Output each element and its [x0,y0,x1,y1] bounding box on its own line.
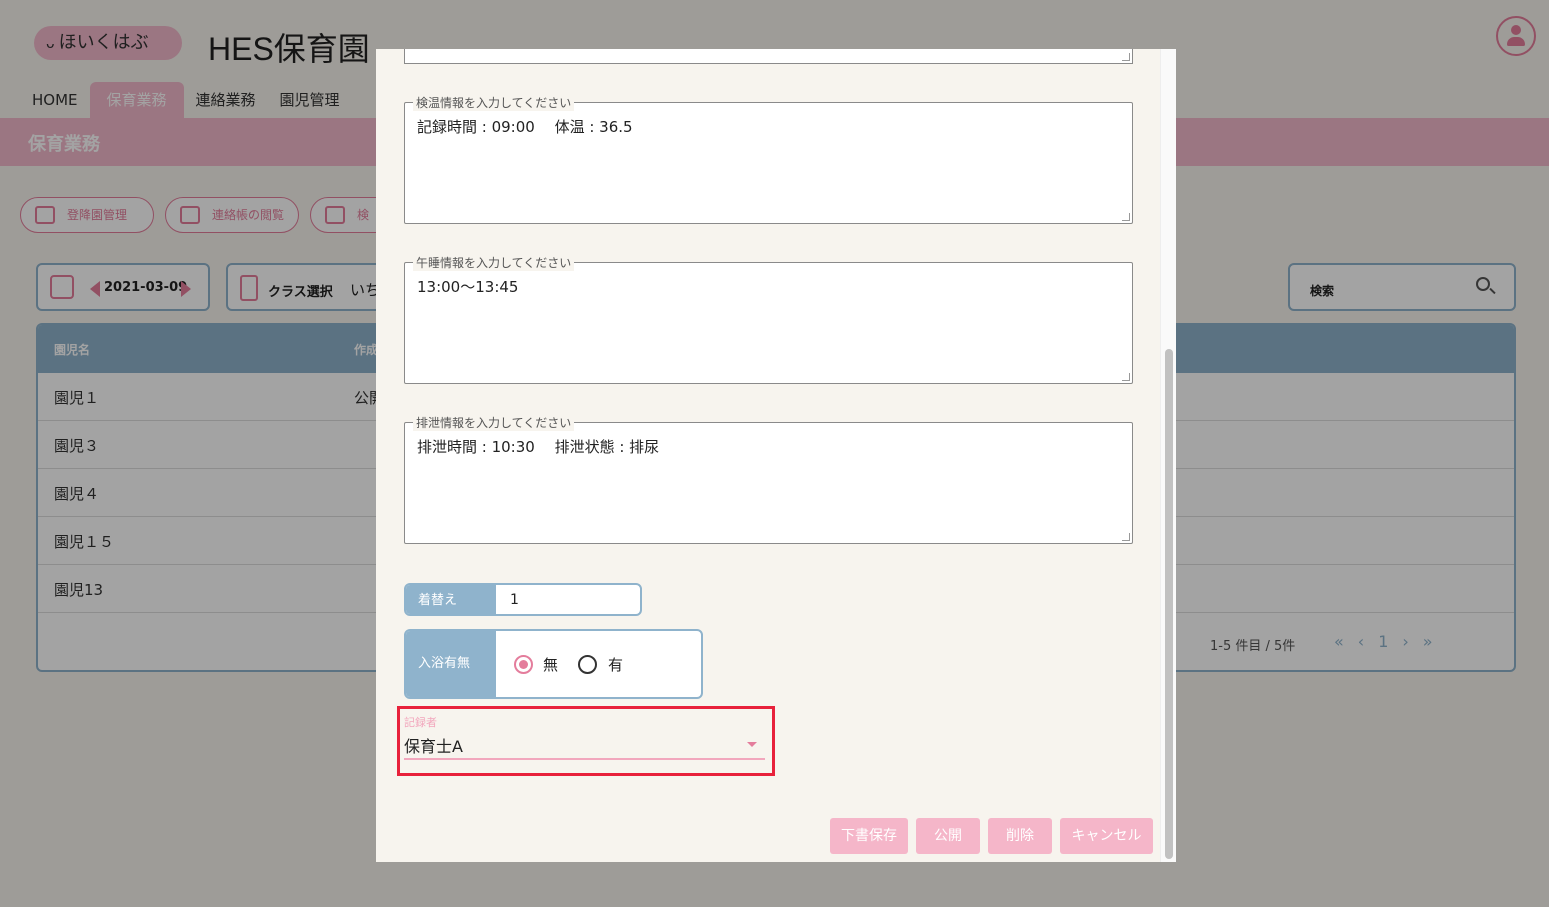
nap-textarea[interactable]: 13:00〜13:45 [417,276,518,297]
recorder-label: 記録者 [404,716,437,729]
temperature-textarea[interactable]: 記録時間 : 09:00 体温 : 36.5 [417,116,633,137]
delete-button[interactable]: 削除 [988,818,1052,854]
radio-bath-no-label[interactable]: 無 [543,654,558,675]
scroll-thumb[interactable] [1165,349,1173,859]
temperature-fieldset[interactable]: 検温情報を入力してください 記録時間 : 09:00 体温 : 36.5 [404,94,1133,224]
resize-grip-icon[interactable] [1122,533,1130,541]
recorder-underline [404,758,765,760]
change-clothes-row: 着替え 1 [404,583,642,616]
excretion-fieldset[interactable]: 排泄情報を入力してください 排泄時間 : 10:30 排泄状態 : 排尿 [404,414,1133,544]
resize-grip-icon[interactable] [1122,53,1130,61]
excretion-legend: 排泄情報を入力してください [413,414,575,431]
radio-bath-yes[interactable] [578,655,597,674]
change-clothes-input[interactable]: 1 [510,592,519,608]
nap-legend: 午睡情報を入力してください [413,254,575,271]
temperature-legend: 検温情報を入力してください [413,94,575,111]
bath-label: 入浴有無 [406,631,496,697]
publish-button[interactable]: 公開 [916,818,980,854]
bath-row: 入浴有無 無 有 [404,629,703,699]
resize-grip-icon[interactable] [1122,213,1130,221]
radio-bath-yes-label[interactable]: 有 [608,654,623,675]
cancel-button[interactable]: キャンセル [1060,818,1153,854]
dropdown-arrow-icon[interactable] [747,742,757,747]
record-dialog: 検温情報を入力してください 記録時間 : 09:00 体温 : 36.5 午睡情… [376,49,1176,862]
previous-textarea-partial[interactable] [404,49,1133,64]
radio-bath-no[interactable] [514,655,533,674]
change-clothes-label: 着替え [406,585,496,614]
recorder-select[interactable]: 保育士A [404,733,463,757]
resize-grip-icon[interactable] [1122,373,1130,381]
draft-save-button[interactable]: 下書保存 [830,818,908,854]
nap-fieldset[interactable]: 午睡情報を入力してください 13:00〜13:45 [404,254,1133,384]
excretion-textarea[interactable]: 排泄時間 : 10:30 排泄状態 : 排尿 [417,436,659,457]
dialog-scrollbar[interactable] [1160,49,1176,862]
